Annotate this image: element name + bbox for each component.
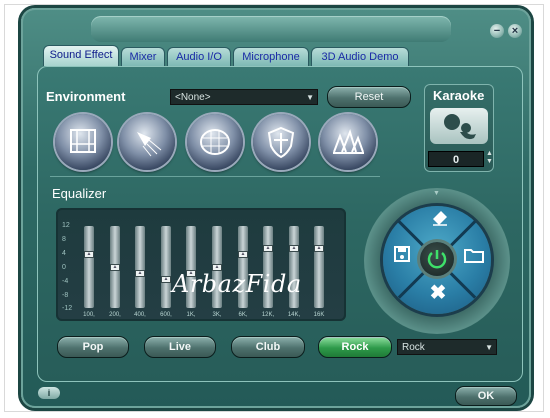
eq-preset-select-value: Rock: [402, 342, 425, 353]
info-button[interactable]: i: [38, 387, 60, 399]
equalizer-panel: [56, 208, 346, 321]
eq-band-thumb[interactable]: ▲: [84, 251, 94, 258]
triangle-up-icon: ▼: [433, 190, 440, 197]
tab-audio-io[interactable]: Audio I/O: [167, 47, 231, 66]
eq-band-frequency-label: 600,: [160, 312, 172, 318]
eq-band-frequency-label: 6K,: [238, 312, 248, 318]
eq-scale-tick: 0: [62, 264, 66, 271]
environment-preset-knight[interactable]: [253, 114, 309, 170]
eq-scale-tick: -8: [62, 292, 69, 299]
opera-house-icon: [333, 128, 364, 154]
eq-band-frequency-label: 14K,: [287, 312, 301, 318]
eq-scale-tick: -12: [62, 305, 73, 312]
eq-scale-tick: -4: [62, 278, 69, 285]
tab-mixer[interactable]: Mixer: [121, 47, 165, 66]
eq-preset-select[interactable]: Rock ▼: [397, 339, 497, 355]
eq-band-thumb[interactable]: ▲: [110, 264, 120, 271]
eq-band-thumb[interactable]: ▲: [135, 270, 145, 277]
eq-band-slider[interactable]: [135, 226, 145, 308]
environment-preset-shower[interactable]: [119, 114, 175, 170]
close-icon: ×: [511, 25, 519, 37]
eq-band-thumb[interactable]: ▲: [263, 245, 273, 252]
equalizer-label: Equalizer: [52, 186, 107, 201]
stepper-up-icon[interactable]: ▲: [486, 150, 493, 158]
wheel-left-button[interactable]: [390, 244, 414, 269]
environment-select-value: <None>: [175, 92, 211, 103]
shower-icon: [137, 132, 162, 157]
ok-button[interactable]: OK: [455, 386, 517, 406]
stepper-down-icon[interactable]: ▼: [486, 158, 493, 166]
eq-band-thumb[interactable]: ▲: [238, 251, 248, 258]
delete-x-icon: ✖: [429, 282, 447, 304]
eq-scale-tick: 4: [62, 250, 66, 257]
title-bar[interactable]: [91, 16, 451, 42]
eq-band-frequency-label: 200,: [109, 312, 121, 318]
chevron-down-icon: ▼: [485, 343, 493, 352]
save-disk-icon: [394, 246, 410, 262]
eq-band-slider[interactable]: [84, 226, 94, 308]
folder-icon: [464, 249, 484, 263]
close-button[interactable]: ×: [508, 24, 522, 38]
karaoke-stepper[interactable]: ▲ ▼: [486, 150, 493, 166]
section-divider: [50, 176, 380, 177]
eq-band-frequency-label: 100,: [83, 312, 95, 318]
tab-3d-audio-demo[interactable]: 3D Audio Demo: [311, 47, 409, 66]
eq-band-frequency-label: 12K,: [261, 312, 275, 318]
karaoke-button[interactable]: [430, 108, 488, 144]
environment-preset-bathroom[interactable]: [55, 114, 111, 170]
preset-club-button[interactable]: Club: [231, 336, 305, 358]
karaoke-singer-icon: [444, 114, 476, 140]
tab-microphone[interactable]: Microphone: [233, 47, 309, 66]
stadium-icon: [200, 129, 230, 155]
eq-band-frequency-label: 3K,: [212, 312, 222, 318]
wheel-top-button[interactable]: [428, 208, 452, 231]
reset-button[interactable]: Reset: [327, 86, 411, 108]
preset-live-button[interactable]: Live: [144, 336, 216, 358]
wheel-bottom-button[interactable]: ✖: [426, 280, 450, 305]
minimize-icon: −: [493, 25, 501, 37]
preset-rock-button[interactable]: Rock: [318, 336, 392, 358]
environment-preset-stadium[interactable]: [187, 114, 243, 170]
eraser-icon: [433, 211, 447, 226]
eq-band-frequency-label: 1K,: [186, 312, 196, 318]
power-button[interactable]: [420, 242, 454, 276]
preset-pop-button[interactable]: Pop: [57, 336, 129, 358]
minimize-button[interactable]: −: [490, 24, 504, 38]
power-icon: [427, 250, 447, 269]
eq-band-thumb[interactable]: ▲: [161, 276, 171, 283]
environment-select[interactable]: <None> ▼: [170, 89, 318, 105]
eq-band-frequency-label: 400,: [134, 312, 146, 318]
karaoke-label: Karaoke: [433, 88, 485, 103]
knight-shield-icon: [267, 126, 295, 159]
eq-band-thumb[interactable]: ▲: [289, 245, 299, 252]
bathroom-icon: [70, 129, 96, 153]
eq-band-thumb[interactable]: ▲: [314, 245, 324, 252]
watermark-text: ArbazFida: [172, 270, 302, 298]
karaoke-value-field[interactable]: 0: [428, 151, 484, 167]
eq-band-slider[interactable]: [161, 226, 171, 308]
eq-band-frequency-label: 16K: [313, 312, 325, 318]
eq-scale-tick: 12: [62, 222, 70, 229]
tab-sound-effect[interactable]: Sound Effect: [43, 45, 119, 66]
chevron-down-icon: ▼: [306, 93, 314, 102]
environment-label: Environment: [46, 89, 126, 104]
environment-preset-opera[interactable]: [320, 114, 376, 170]
eq-band-slider[interactable]: [314, 226, 324, 308]
eq-scale-tick: 8: [62, 236, 66, 243]
wheel-right-button[interactable]: [462, 246, 486, 269]
